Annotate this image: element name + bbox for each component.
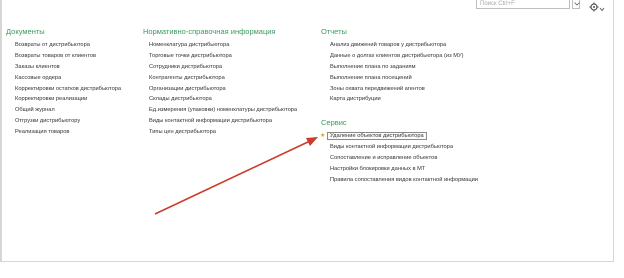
annotation-arrow xyxy=(154,137,318,215)
